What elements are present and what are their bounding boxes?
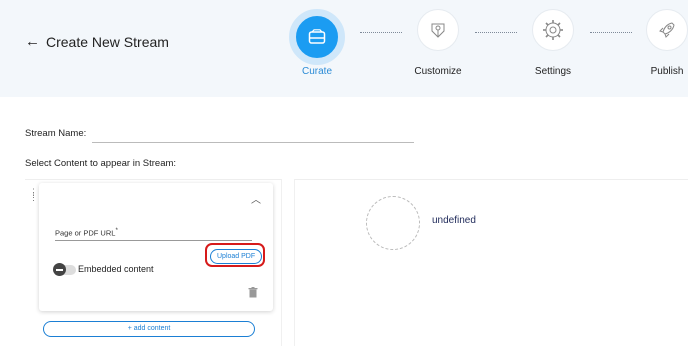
gear-icon — [532, 9, 574, 51]
step-connector — [360, 32, 402, 34]
content-card: ︿ Page or PDF URL* Upload PDF Embedded c… — [39, 183, 273, 311]
chevron-up-icon[interactable]: ︿ — [251, 191, 261, 206]
stream-wizard-header: ← Create New Stream Curate Customize Set… — [0, 0, 688, 97]
embedded-content-toggle[interactable] — [53, 263, 76, 276]
url-field-label: Page or PDF URL* — [55, 227, 118, 238]
trash-icon[interactable] — [248, 287, 258, 301]
page-title: Create New Stream — [46, 33, 169, 50]
step-connector — [475, 32, 517, 34]
preview-thumbnail-placeholder — [366, 196, 420, 250]
step-customize[interactable]: Customize — [408, 9, 468, 77]
stream-name-input[interactable] — [92, 142, 414, 143]
page-url-input[interactable] — [55, 240, 252, 241]
preview-title: undefined — [432, 215, 476, 226]
step-label-publish: Publish — [650, 66, 684, 77]
add-content-button[interactable]: + add content — [43, 321, 255, 337]
select-content-label: Select Content to appear in Stream: — [25, 158, 177, 169]
annotation-highlight — [205, 243, 265, 267]
stream-name-label: Stream Name: — [25, 128, 87, 139]
step-publish[interactable]: Publish — [637, 9, 688, 77]
back-arrow-icon: ← — [25, 33, 40, 50]
content-preview-panel — [294, 179, 688, 346]
step-connector — [590, 32, 632, 34]
toggle-knob — [53, 263, 66, 276]
tray-icon — [289, 9, 345, 65]
rocket-icon — [646, 9, 688, 51]
embedded-content-label: Embedded content — [78, 264, 154, 274]
design-tools-icon — [417, 9, 459, 51]
step-label-settings: Settings — [534, 66, 572, 77]
step-curate[interactable]: Curate — [287, 9, 347, 77]
step-settings[interactable]: Settings — [523, 9, 583, 77]
back-link[interactable]: ← Create New Stream — [25, 33, 169, 50]
step-label-customize: Customize — [414, 66, 462, 77]
step-label-curate: Curate — [301, 66, 332, 77]
